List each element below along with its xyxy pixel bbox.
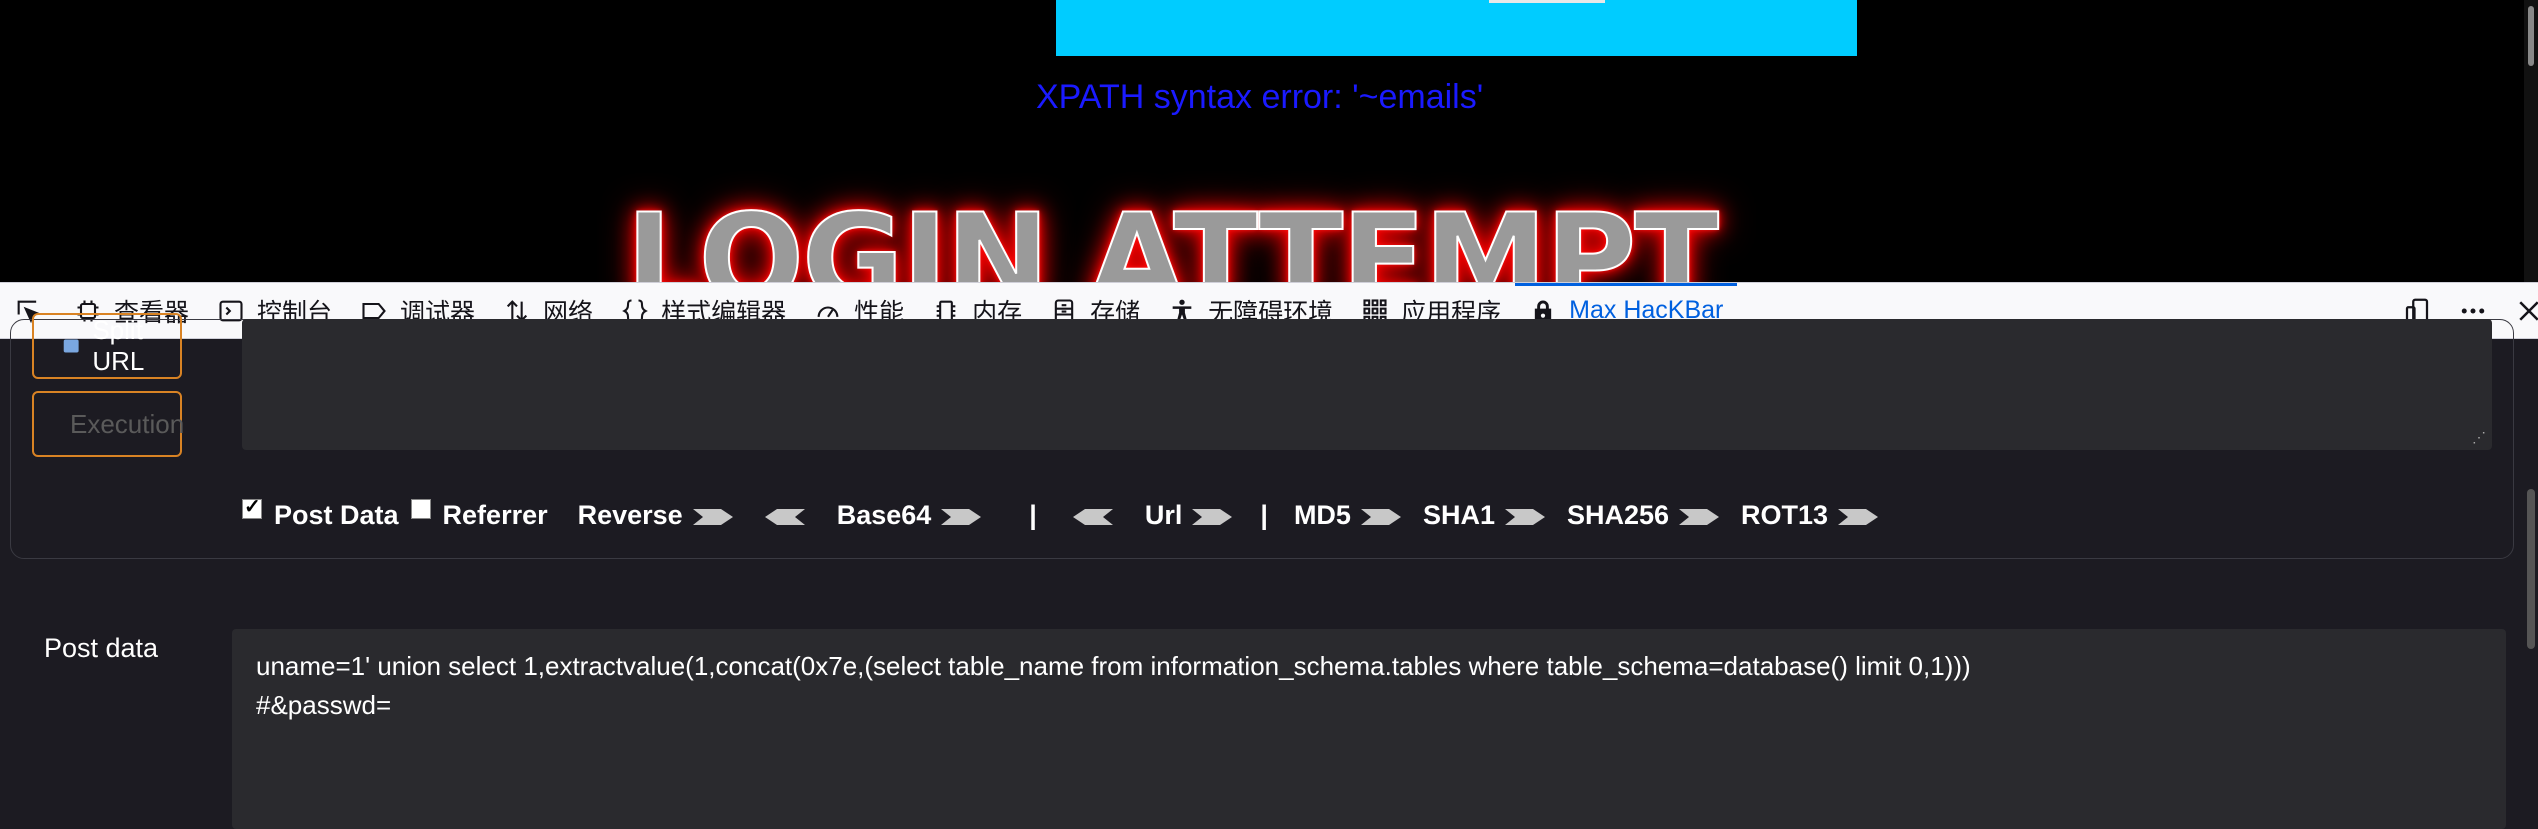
reverse-button[interactable]: Reverse <box>578 500 683 531</box>
rot13-button[interactable]: ROT13 <box>1741 500 1828 531</box>
sha256-button[interactable]: SHA256 <box>1567 500 1669 531</box>
panel-scrollbar-thumb[interactable] <box>2527 489 2535 649</box>
reverse-arrow-right-icon[interactable] <box>691 506 735 528</box>
split-url-label: Split URL <box>92 315 145 376</box>
post-data-option-label: Post Data <box>274 499 399 530</box>
split-url-button[interactable]: Split URL <box>32 313 182 379</box>
base64-encode-arrow-icon[interactable] <box>939 506 983 528</box>
execution-button[interactable]: Execution <box>32 391 185 457</box>
web-page-viewport: XPATH syntax error: '~emails' LOGIN ATTE… <box>0 0 2538 282</box>
separator: | <box>1260 499 1268 530</box>
resize-grip-icon[interactable]: ⋰ <box>2472 429 2486 446</box>
post-data-line: uname=1' union select 1,extractvalue(1,c… <box>256 651 1971 681</box>
referrer-option-label: Referrer <box>442 499 548 530</box>
cyan-login-box <box>1056 0 1857 56</box>
sha256-arrow-icon[interactable] <box>1677 506 1721 528</box>
xpath-error-message: XPATH syntax error: '~emails' <box>1036 78 1484 116</box>
separator: | <box>1029 499 1037 530</box>
post-data-checkbox[interactable] <box>242 494 262 519</box>
sha1-arrow-icon[interactable] <box>1503 506 1547 528</box>
close-icon <box>2519 300 2538 321</box>
url-textarea[interactable]: ⋰ <box>242 319 2492 450</box>
options-row: Post Data Referrer Reverse Base64 | Url … <box>242 494 1900 535</box>
submit-button-edge[interactable] <box>1489 0 1605 3</box>
md5-arrow-icon[interactable] <box>1359 506 1403 528</box>
url-label: Url <box>1144 499 1183 530</box>
sha1-button[interactable]: SHA1 <box>1423 500 1495 531</box>
decode-arrow-left-icon[interactable] <box>763 506 807 528</box>
page-scrollbar[interactable] <box>2524 0 2538 282</box>
post-data-textarea[interactable]: uname=1' union select 1,extractvalue(1,c… <box>232 629 2506 829</box>
referrer-checkbox[interactable] <box>410 499 431 519</box>
md5-button[interactable]: MD5 <box>1294 500 1351 531</box>
panel-scrollbar[interactable] <box>2524 339 2538 796</box>
url-decode-arrow-icon[interactable] <box>1071 506 1115 528</box>
post-data-label: Post data <box>44 633 159 663</box>
hackbar-panel: Split URL Execution ⋰ Post Data Referrer… <box>0 313 2538 829</box>
url-encode-arrow-icon[interactable] <box>1190 506 1234 528</box>
rot13-arrow-icon[interactable] <box>1836 506 1880 528</box>
post-data-line: #&passwd= <box>256 690 392 720</box>
execution-label: Execution <box>70 408 185 439</box>
page-scrollbar-thumb[interactable] <box>2528 6 2534 66</box>
split-url-icon <box>63 339 79 353</box>
base64-label: Base64 <box>836 499 932 530</box>
close-devtools-button[interactable] <box>2514 296 2538 326</box>
login-attempt-banner: LOGIN ATTEMPT <box>625 188 1720 282</box>
